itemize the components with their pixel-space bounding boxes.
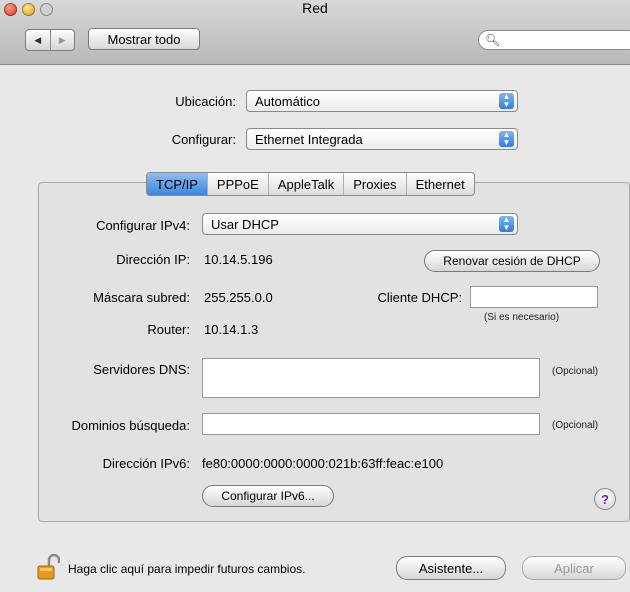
configure-ipv6-button[interactable]: Configurar IPv6... <box>202 485 334 507</box>
dhcp-client-note: (Si es necesario) <box>484 312 560 323</box>
configure-popup[interactable]: Ethernet Integrada ▲ ▼ <box>246 128 518 150</box>
search-icon: 🔍︎ <box>485 33 501 47</box>
window-title: Red <box>302 0 328 16</box>
tab-bar: TCP/IP PPPoE AppleTalk Proxies Ethernet <box>146 172 475 196</box>
ipv6-address-label: Dirección IPv6: <box>102 456 190 471</box>
tab-proxies[interactable]: Proxies <box>343 173 405 195</box>
tab-tcpip[interactable]: TCP/IP <box>147 173 207 195</box>
router-label: Router: <box>147 322 190 337</box>
dns-servers-field[interactable] <box>202 358 540 398</box>
ipv4-config-popup[interactable]: Usar DHCP ▲ ▼ <box>202 213 518 235</box>
subnet-mask-value: 255.255.0.0 <box>204 290 273 305</box>
renew-dhcp-button[interactable]: Renovar cesión de DHCP <box>424 250 600 272</box>
router-value: 10.14.1.3 <box>204 322 259 337</box>
ipv4-config-value: Usar DHCP <box>211 216 279 232</box>
search-domains-field[interactable] <box>202 413 540 435</box>
show-all-button[interactable]: Mostrar todo <box>88 28 200 50</box>
lock-icon[interactable] <box>36 553 61 580</box>
popup-arrows-icon: ▲ ▼ <box>499 216 514 232</box>
ip-address-value: 10.14.5.196 <box>204 252 273 267</box>
tab-appletalk[interactable]: AppleTalk <box>267 173 343 195</box>
popup-arrows-icon: ▲ ▼ <box>499 131 514 147</box>
location-popup[interactable]: Automático ▲ ▼ <box>246 90 518 112</box>
search-domains-label: Dominios búsqueda: <box>71 418 190 433</box>
dns-optional-note: (Opcional) <box>552 366 599 377</box>
dhcp-client-label: Cliente DHCP: <box>377 290 462 305</box>
popup-arrows-icon: ▲ ▼ <box>499 93 514 109</box>
forward-arrow-icon[interactable]: ▶ <box>49 30 75 50</box>
assistant-button[interactable]: Asistente... <box>396 556 506 580</box>
tab-ethernet[interactable]: Ethernet <box>405 173 474 195</box>
back-arrow-icon[interactable]: ◀ <box>26 30 50 50</box>
help-button[interactable]: ? <box>594 488 616 510</box>
dns-servers-label: Servidores DNS: <box>93 362 190 377</box>
tab-pppoe[interactable]: PPPoE <box>206 173 268 195</box>
ipv6-address-value: fe80:0000:0000:0000:021b:63ff:feac:e100 <box>202 456 444 471</box>
search-field[interactable]: 🔍︎ <box>478 30 630 50</box>
configure-label: Configurar: <box>171 132 236 147</box>
configure-value: Ethernet Integrada <box>255 131 363 147</box>
domains-optional-note: (Opcional) <box>552 420 599 431</box>
ipv4-config-label: Configurar IPv4: <box>96 218 190 233</box>
subnet-mask-label: Máscara subred: <box>93 290 190 305</box>
dhcp-client-field[interactable] <box>470 286 598 308</box>
location-value: Automático <box>255 93 321 109</box>
lock-message: Haga clic aquí para impedir futuros camb… <box>68 562 306 576</box>
location-label: Ubicación: <box>175 94 236 109</box>
apply-button[interactable]: Aplicar <box>522 556 626 580</box>
ip-address-label: Dirección IP: <box>116 252 190 267</box>
back-forward-control[interactable]: ◀ ▶ <box>25 29 75 51</box>
